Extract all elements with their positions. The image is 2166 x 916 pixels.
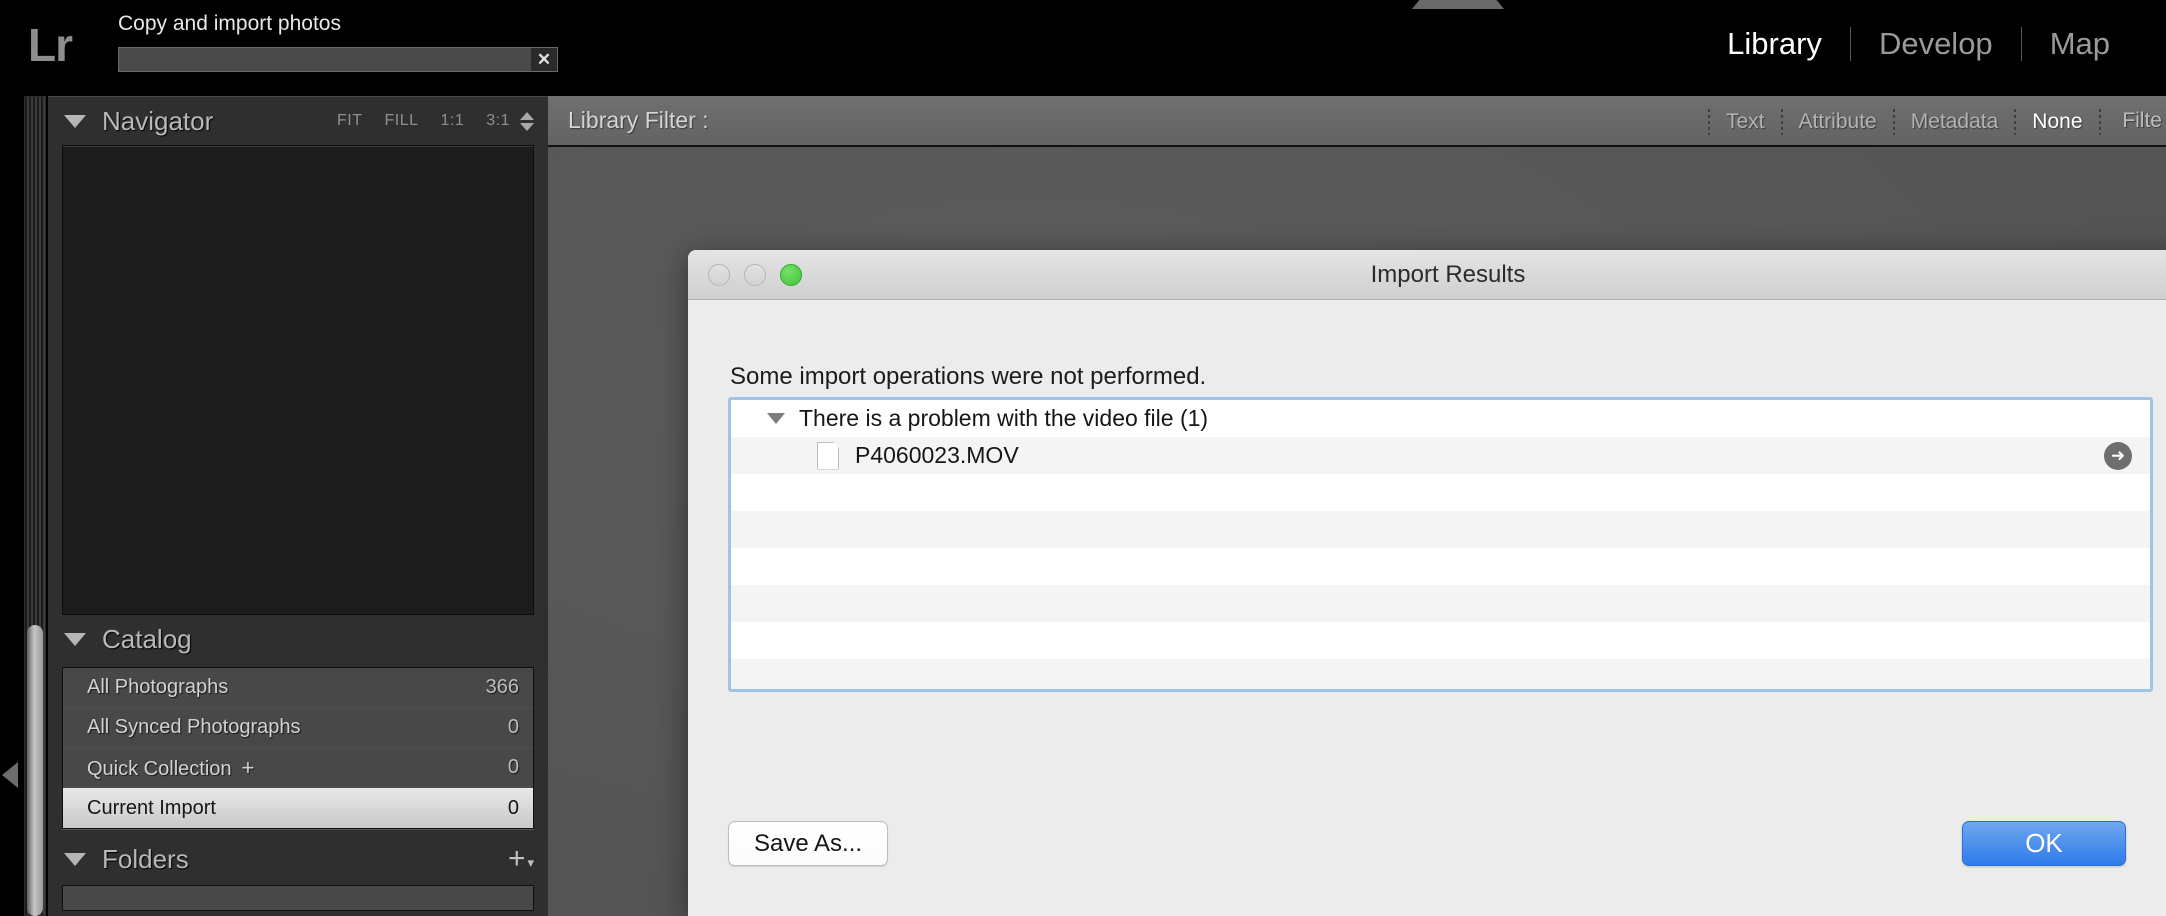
module-library[interactable]: Library (1699, 26, 1850, 62)
catalog-item-label: Quick Collection + (87, 755, 508, 781)
chevron-down-icon[interactable] (64, 852, 86, 866)
results-empty-row (731, 659, 2150, 689)
zoom-stepper-icon[interactable] (520, 111, 534, 131)
left-panel-scrollbar-thumb[interactable] (27, 625, 43, 916)
lightroom-window: Lr Copy and import photos ✕ Library Deve… (0, 0, 2166, 916)
results-group-row[interactable]: There is a problem with the video file (… (731, 400, 2150, 437)
filter-preset-label[interactable]: Filte (2122, 109, 2162, 133)
import-progress: ✕ (118, 47, 558, 72)
results-empty-row (731, 585, 2150, 622)
results-file-name: P4060023.MOV (855, 442, 1019, 468)
catalog-item-label: Current Import (87, 796, 216, 819)
app-logo: Lr (28, 19, 73, 71)
filter-divider (2098, 108, 2101, 135)
catalog-item-quick-collection[interactable]: Quick Collection + 0 (63, 748, 533, 788)
plus-icon: + (507, 842, 526, 875)
left-panel: Navigator FIT FILL 1:1 3:1 Catalog All P… (48, 96, 548, 916)
results-file-row[interactable]: P4060023.MOV ➜ (731, 437, 2150, 474)
library-filter-label: Library Filter : (568, 107, 709, 133)
catalog-item-all-synced-photographs[interactable]: All Synced Photographs 0 (63, 708, 533, 748)
results-empty-row (731, 622, 2150, 659)
catalog-header[interactable]: Catalog (48, 615, 548, 663)
catalog-item-label: All Synced Photographs (87, 716, 301, 738)
save-as-button[interactable]: Save As... (728, 821, 888, 866)
module-picker: Library Develop Map (1699, 26, 2138, 62)
zoom-fit[interactable]: FIT (337, 112, 363, 130)
zoom-fill[interactable]: FILL (384, 112, 418, 130)
folders-title: Folders (102, 843, 189, 874)
top-panel-toggle[interactable] (1412, 0, 1504, 9)
catalog-item-count: 0 (507, 716, 519, 738)
chevron-down-icon[interactable] (64, 632, 86, 646)
dialog-titlebar[interactable]: Import Results (688, 250, 2166, 300)
navigator-zoom-levels: FIT FILL 1:1 3:1 (337, 112, 510, 130)
chevron-down-icon[interactable] (767, 413, 785, 424)
library-filter-options: Text Attribute Metadata None (1708, 96, 2101, 147)
filter-option-attribute[interactable]: Attribute (1783, 110, 1893, 134)
folders-list (62, 885, 534, 911)
results-empty-row (731, 474, 2150, 511)
zoom-3-1[interactable]: 3:1 (486, 112, 510, 130)
top-bar: Lr Copy and import photos ✕ Library Deve… (0, 0, 2166, 98)
filter-option-none[interactable]: None (2016, 110, 2098, 134)
catalog-item-current-import[interactable]: Current Import 0 (63, 788, 533, 828)
filter-option-text[interactable]: Text (1710, 110, 1781, 134)
import-activity-title: Copy and import photos (118, 12, 341, 35)
catalog-item-all-photographs[interactable]: All Photographs 366 (63, 668, 533, 708)
progress-bar-fill (119, 48, 531, 71)
reveal-file-arrow-icon[interactable]: ➜ (2104, 441, 2132, 470)
catalog-item-count: 0 (507, 796, 519, 819)
module-map[interactable]: Map (2022, 26, 2138, 62)
chevron-down-icon: ▾ (527, 854, 534, 870)
catalog-item-count: 0 (507, 756, 519, 778)
library-filter-bar: Library Filter : Text Attribute Metadata… (548, 96, 2166, 147)
results-empty-row (731, 548, 2150, 585)
catalog-item-text: Quick Collection (87, 757, 232, 780)
add-folder-icon[interactable]: + ▾ (507, 842, 534, 875)
results-list[interactable]: There is a problem with the video file (… (728, 397, 2153, 692)
zoom-1-1[interactable]: 1:1 (441, 112, 465, 130)
results-empty-row (731, 511, 2150, 548)
navigator-header[interactable]: Navigator FIT FILL 1:1 3:1 (48, 97, 548, 145)
chevron-down-icon[interactable] (64, 114, 86, 128)
catalog-list: All Photographs 366 All Synced Photograp… (62, 667, 534, 829)
left-panel-toggle-icon[interactable] (2, 762, 18, 788)
ok-button[interactable]: OK (1962, 821, 2126, 866)
module-develop[interactable]: Develop (1851, 26, 2021, 62)
dialog-message: Some import operations were not performe… (730, 363, 1207, 390)
folders-header[interactable]: Folders + ▾ (48, 835, 548, 883)
results-group-label: There is a problem with the video file (… (799, 405, 1209, 431)
plus-icon[interactable]: + (242, 755, 255, 780)
navigator-preview (62, 145, 534, 615)
navigator-title: Navigator (102, 105, 214, 136)
close-icon[interactable]: ✕ (531, 48, 557, 71)
filter-option-metadata[interactable]: Metadata (1895, 110, 2015, 134)
import-results-dialog: Import Results Some import operations we… (688, 250, 2166, 916)
catalog-item-label: All Photographs (87, 676, 229, 698)
catalog-title: Catalog (102, 623, 192, 654)
catalog-item-count: 366 (485, 676, 519, 698)
dialog-title: Import Results (1370, 260, 1526, 288)
file-icon (817, 441, 839, 470)
